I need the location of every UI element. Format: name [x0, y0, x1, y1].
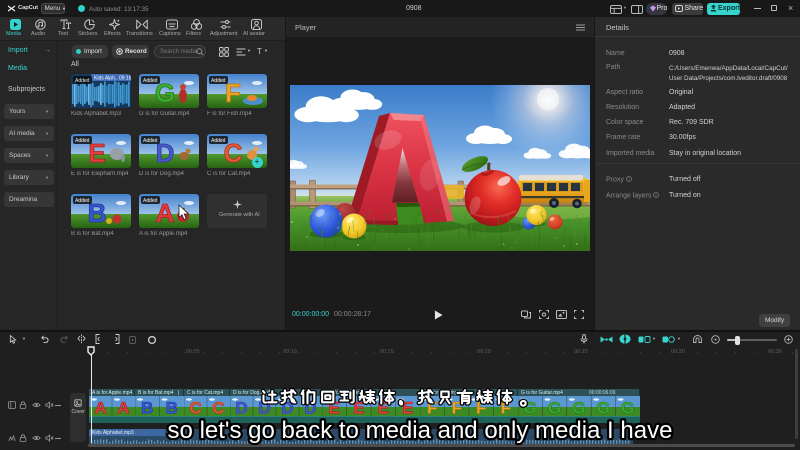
svg-text:so let's go back to media and: so let's go back to media and only media…: [168, 417, 673, 444]
